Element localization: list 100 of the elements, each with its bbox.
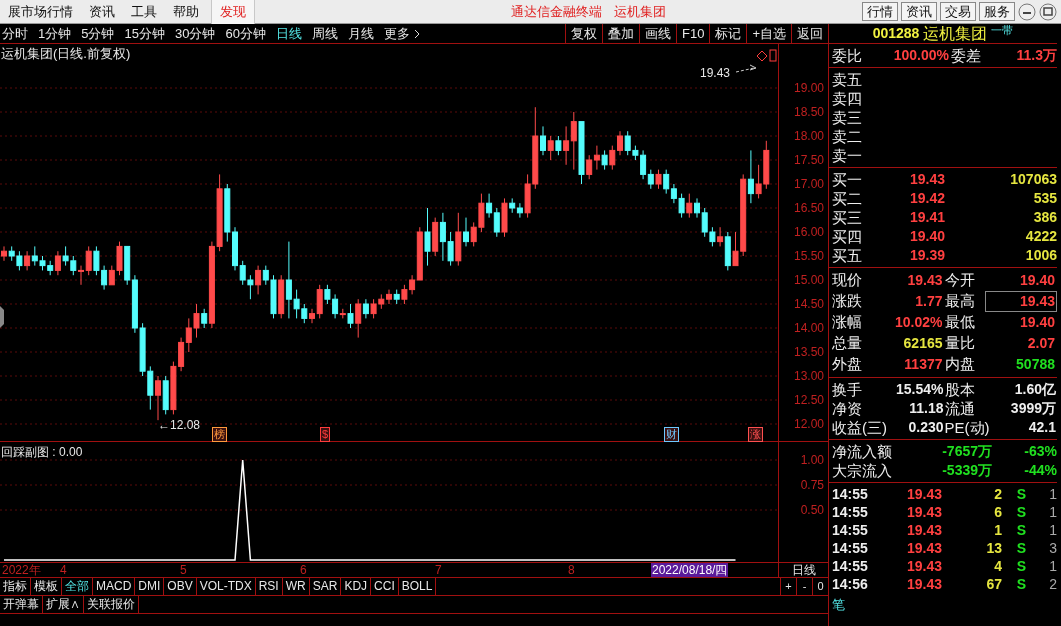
event-marker[interactable]: 榜 [212,427,227,442]
candlestick [686,193,693,219]
quote-label: 涨跌 [832,291,862,311]
menu-item[interactable]: 资讯 [81,1,123,22]
top-button[interactable]: 交易 [940,2,976,21]
quote-value: 62165 [902,334,944,353]
menu-item[interactable]: 展市场行情 [0,1,81,22]
indicator-tab[interactable]: WR [282,578,310,595]
chart-tool-button[interactable]: 叠加 [602,23,639,44]
quote-value: 19.43 [984,291,1057,312]
chart-tool-button[interactable]: 画线 [639,23,676,44]
order-label: 卖二 [832,127,863,146]
minimize-icon[interactable] [1018,2,1036,21]
top-button[interactable]: 服务 [979,2,1015,21]
zoom-button[interactable]: - [796,578,812,595]
cursor-date: 2022/08/18/四 [651,563,729,577]
zoom-button[interactable]: + [780,578,796,595]
menu-item[interactable]: 帮助 [165,1,207,22]
event-marker[interactable]: 财 [664,427,679,442]
period-tab[interactable]: 1分钟 [38,23,72,44]
period-tab[interactable]: 日线 [275,23,302,44]
axis-label: 15.00 [793,274,824,286]
indicator-tab[interactable]: DMI [135,578,165,595]
candlestick [255,265,262,295]
candlestick [593,145,600,171]
bottom-tab[interactable]: 开弹幕 [0,596,43,613]
period-tab[interactable]: 5分钟 [81,23,115,44]
menu-item[interactable]: 发现 [211,0,255,24]
period-tab[interactable]: 30分钟 [174,23,216,44]
axis-label: 15.50 [793,250,824,262]
quote-value: 0.230 [907,418,945,437]
bottom-tab[interactable]: 扩展∧ [43,596,84,613]
event-marker[interactable]: 涨 [748,427,763,442]
axis-label: 12.50 [793,394,824,406]
indicator-tab[interactable]: SAR [309,578,342,595]
candlestick [747,149,754,204]
axis-label: 1.00 [800,454,824,466]
indicator-tab[interactable]: KDJ [341,578,372,595]
square-icon[interactable] [769,49,777,62]
chart-tool-button[interactable]: 标记 [709,23,747,44]
indicator-tab[interactable]: 指标 [0,578,31,595]
event-marker[interactable]: $ [320,427,331,442]
tick-count: 1 [1048,521,1057,539]
chevron-right-icon[interactable] [413,28,420,39]
indicator-tab[interactable]: VOL-TDX [196,578,256,595]
period-tab[interactable]: 分时 [2,23,28,44]
indicator-tab[interactable]: MACD [93,578,136,595]
order-label: 买三 [832,208,863,227]
restore-icon[interactable] [1039,2,1057,21]
axis-label: 18.50 [793,106,824,118]
stock-tag: 一带 [991,24,1014,36]
top-button[interactable]: 资讯 [901,2,937,21]
candlestick [24,250,31,271]
candlestick [540,125,546,156]
order-price: 19.43 [908,170,945,189]
tick-volume: 67 [985,575,1002,593]
period-tab[interactable]: 月线 [347,23,374,44]
indicator-tab[interactable]: RSI [255,578,283,595]
chart-tool-button[interactable]: F10 [676,23,710,44]
chart-tool-button[interactable]: 复权 [565,23,602,44]
axis-label: 12.00 [793,418,824,430]
tick-volume: 6 [993,503,1002,521]
menu-item[interactable]: 工具 [123,1,165,22]
period-tab[interactable]: 周线 [311,23,338,44]
period-tab[interactable]: 60分钟 [225,23,266,44]
order-label: 买二 [832,189,863,208]
candlestick [601,149,608,171]
chart-tool-button[interactable]: 返回 [791,23,828,44]
diamond-icon[interactable] [756,50,768,62]
tick-volume: 1 [993,521,1002,539]
indicator-tab[interactable]: CCI [371,578,399,595]
order-volume: 386 [1032,208,1057,227]
tick-side: S [1015,485,1026,503]
indicator-tab[interactable]: 模板 [31,578,62,595]
tick-price: 19.43 [905,539,942,557]
period-tab[interactable]: 更多 [383,23,410,44]
quote-value: 2.07 [1026,334,1056,353]
quote-label: 量比 [944,333,975,353]
top-button[interactable]: 行情 [862,2,898,21]
panel-tab[interactable]: 笔 [829,595,1057,614]
date-label: 2022年 [2,563,41,577]
axis-label: 17.00 [793,178,824,190]
axis-label: 16.00 [793,226,824,238]
order-label: 卖五 [832,70,863,89]
chart-tool-button[interactable]: +自选 [746,23,791,44]
app-title: 运机集团 [614,2,666,21]
tick-count: 1 [1048,557,1057,575]
indicator-tab[interactable]: BOLL [398,578,437,595]
bottom-tab[interactable]: 关联报价 [84,596,139,613]
indicator-tab[interactable]: OBV [164,578,197,595]
period-tab[interactable]: 15分钟 [124,23,165,44]
tick-price: 19.43 [905,557,942,575]
tick-time: 14:55 [832,503,869,521]
indicator-tab[interactable]: 全部 [62,578,93,595]
tick-time: 14:55 [832,557,869,575]
quote-label: 最低 [944,312,975,332]
scroll-handle-icon[interactable] [0,306,4,328]
axis-label: 14.50 [793,298,824,310]
quote-label: 内盘 [944,354,975,374]
zoom-button[interactable]: 0 [812,578,828,595]
